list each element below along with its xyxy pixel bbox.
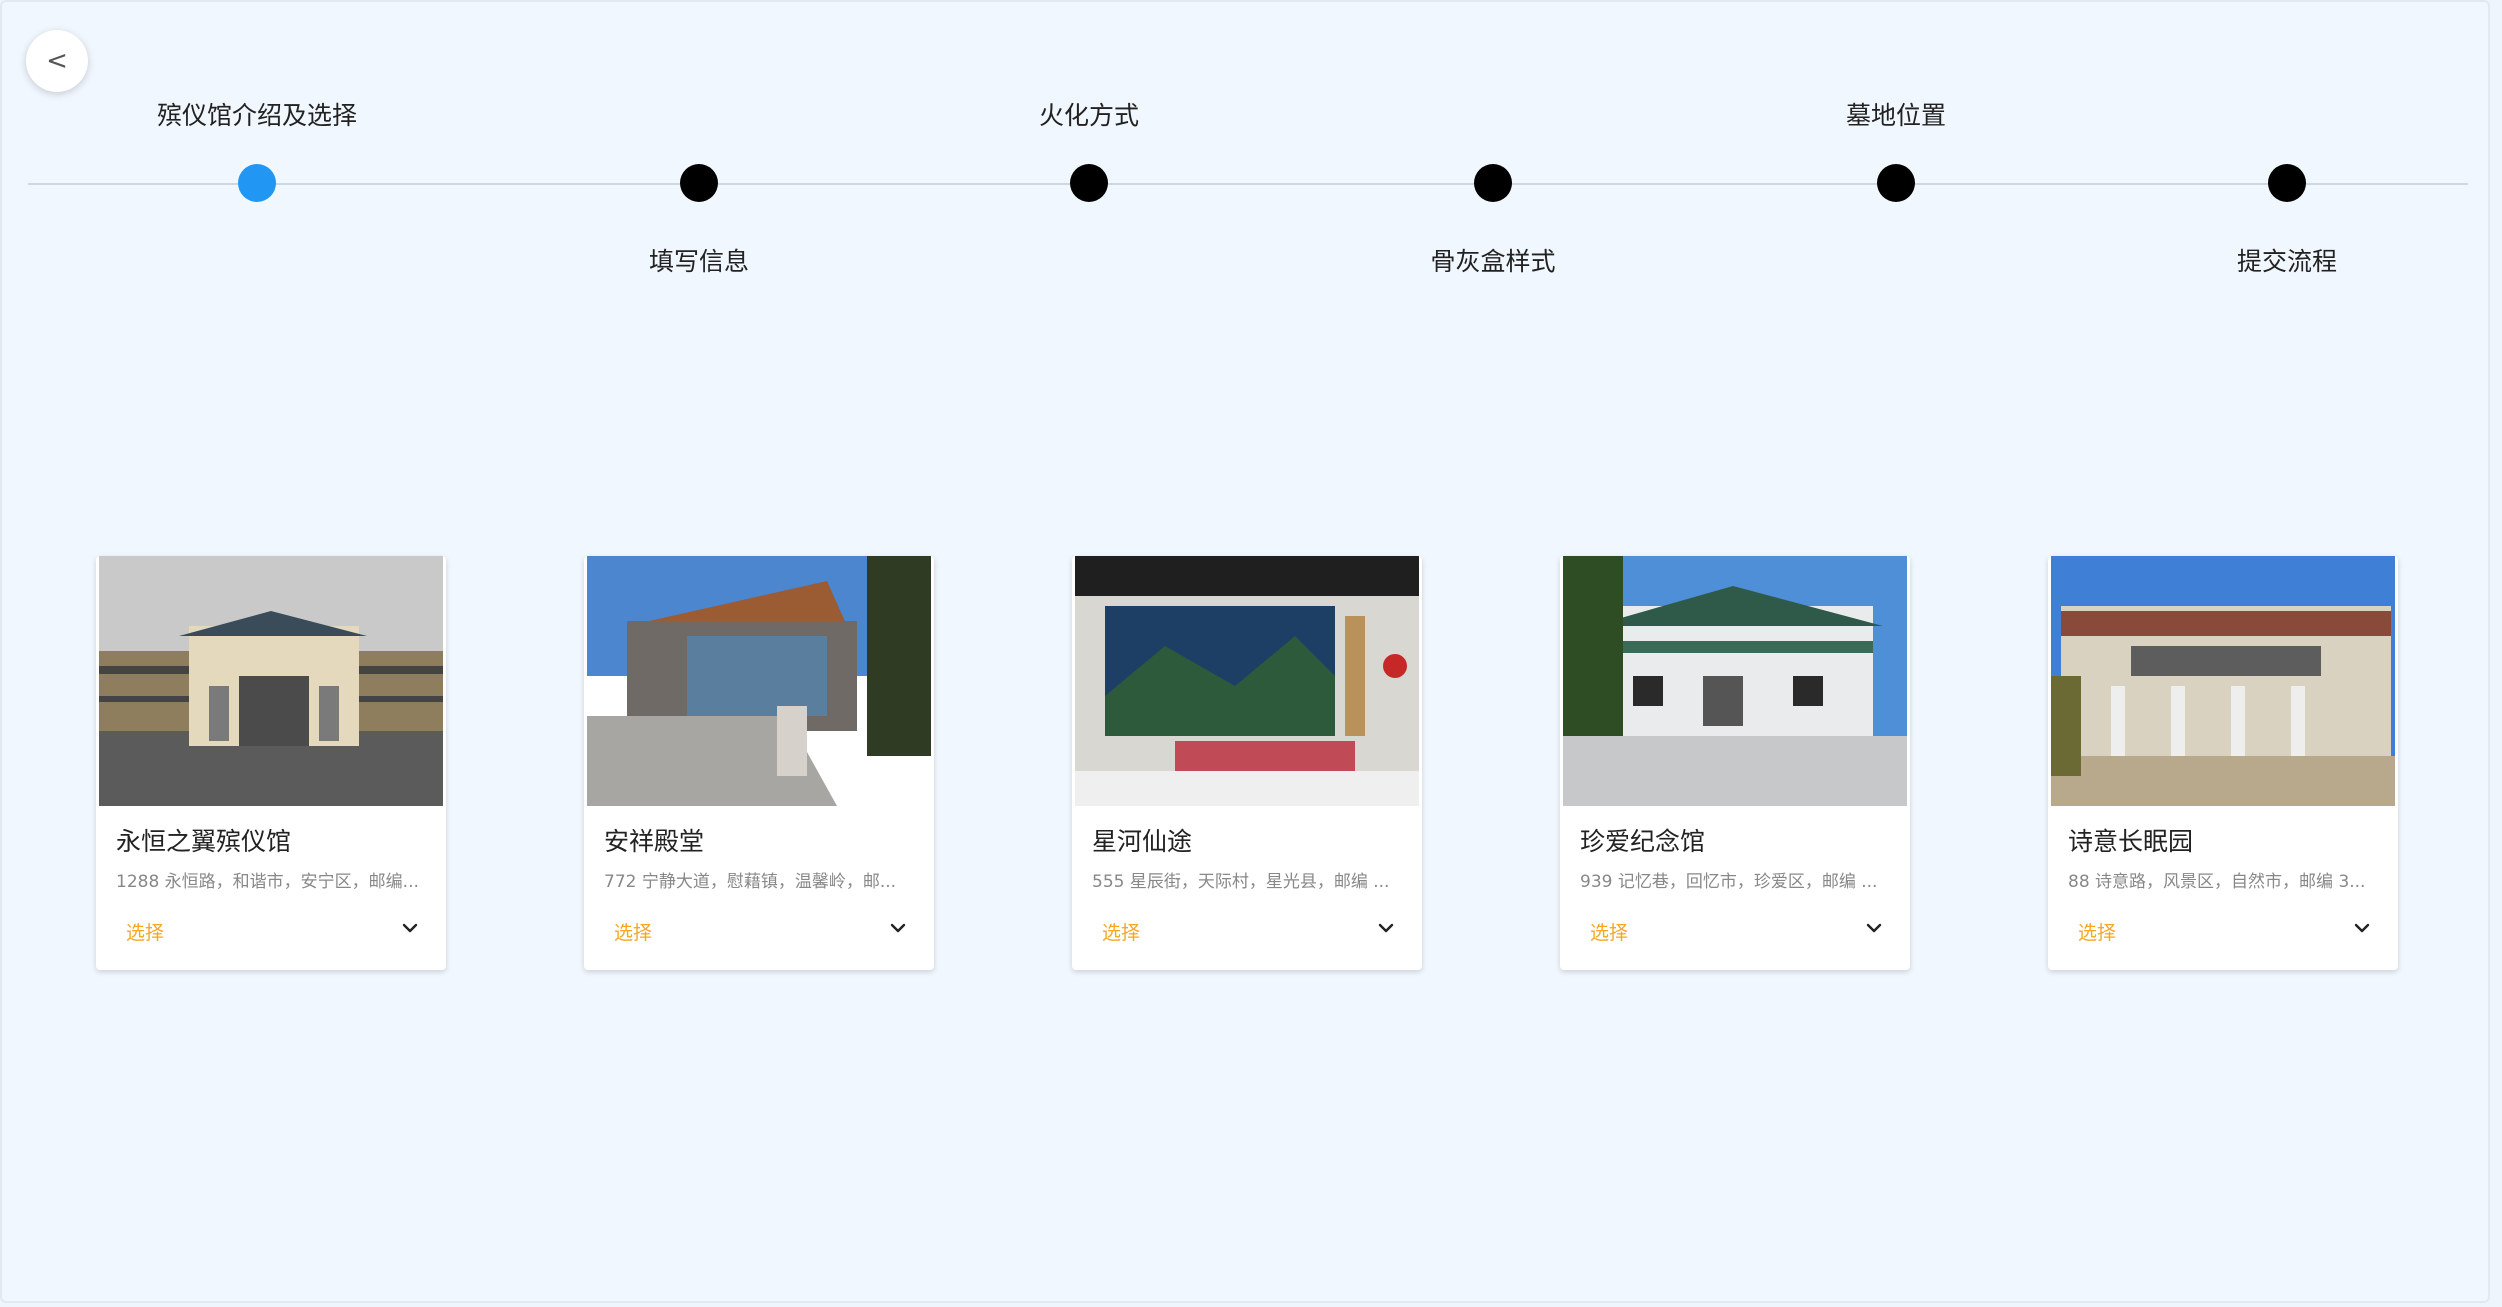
funeral-home-photo	[1075, 556, 1419, 806]
funeral-home-address: 555 星辰街，天际村，星光县，邮编 ...	[1092, 872, 1390, 892]
select-button[interactable]: 选择	[1102, 918, 1140, 945]
funeral-home-card: 珍爱纪念馆 939 记忆巷，回忆市，珍爱区，邮编 ... 选择	[1560, 556, 1910, 970]
step-dot-active[interactable]	[238, 164, 276, 202]
step-label: 火化方式	[1038, 101, 1139, 130]
select-button[interactable]: 选择	[1590, 918, 1628, 945]
step-dot[interactable]	[1474, 164, 1512, 202]
funeral-home-address: 1288 永恒路，和谐市，安宁区，邮编...	[116, 872, 419, 892]
funeral-home-photo	[1563, 556, 1907, 806]
step-dot[interactable]	[680, 164, 718, 202]
funeral-service-wizard-page: < 殡仪馆介绍及选择 填写信息 火化方式 骨灰盒样式 墓地位置 提交流程 永恒之…	[0, 0, 2490, 1303]
step-label: 殡仪馆介绍及选择	[156, 101, 357, 130]
step-label: 填写信息	[648, 247, 749, 276]
step-dot[interactable]	[1877, 164, 1915, 202]
select-button[interactable]: 选择	[126, 918, 164, 945]
chevron-down-icon[interactable]	[2350, 916, 2374, 940]
select-button[interactable]: 选择	[2078, 918, 2116, 945]
funeral-home-card: 安祥殿堂 772 宁静大道，慰藉镇，温馨岭，邮... 选择	[584, 556, 934, 970]
funeral-home-name: 星河仙途	[1092, 827, 1193, 856]
stepper-track	[28, 183, 2468, 185]
funeral-home-card: 星河仙途 555 星辰街，天际村，星光县，邮编 ... 选择	[1072, 556, 1422, 970]
funeral-home-card: 诗意长眠园 88 诗意路，风景区，自然市，邮编 3... 选择	[2048, 556, 2398, 970]
chevron-down-icon[interactable]	[1374, 916, 1398, 940]
funeral-home-name: 安祥殿堂	[604, 827, 705, 856]
step-label: 提交流程	[2236, 247, 2337, 276]
chevron-down-icon[interactable]	[886, 916, 910, 940]
step-dot[interactable]	[1070, 164, 1108, 202]
chevron-down-icon[interactable]	[1862, 916, 1886, 940]
funeral-home-card: 永恒之翼殡仪馆 1288 永恒路，和谐市，安宁区，邮编... 选择	[96, 556, 446, 970]
step-label: 墓地位置	[1845, 101, 1946, 130]
funeral-home-photo	[587, 556, 931, 806]
back-chevron-icon: <	[46, 46, 68, 76]
back-button[interactable]: <	[26, 30, 88, 92]
funeral-home-address: 88 诗意路，风景区，自然市，邮编 3...	[2068, 872, 2366, 892]
step-label: 骨灰盒样式	[1430, 247, 1556, 276]
funeral-home-name: 永恒之翼殡仪馆	[116, 827, 292, 856]
select-button[interactable]: 选择	[614, 918, 652, 945]
funeral-home-name: 诗意长眠园	[2068, 827, 2194, 856]
funeral-home-photo	[2051, 556, 2395, 806]
funeral-home-address: 939 记忆巷，回忆市，珍爱区，邮编 ...	[1580, 872, 1878, 892]
funeral-home-photo	[99, 556, 443, 806]
step-dot[interactable]	[2268, 164, 2306, 202]
chevron-down-icon[interactable]	[398, 916, 422, 940]
funeral-home-address: 772 宁静大道，慰藉镇，温馨岭，邮...	[604, 872, 897, 892]
funeral-home-name: 珍爱纪念馆	[1580, 827, 1706, 856]
